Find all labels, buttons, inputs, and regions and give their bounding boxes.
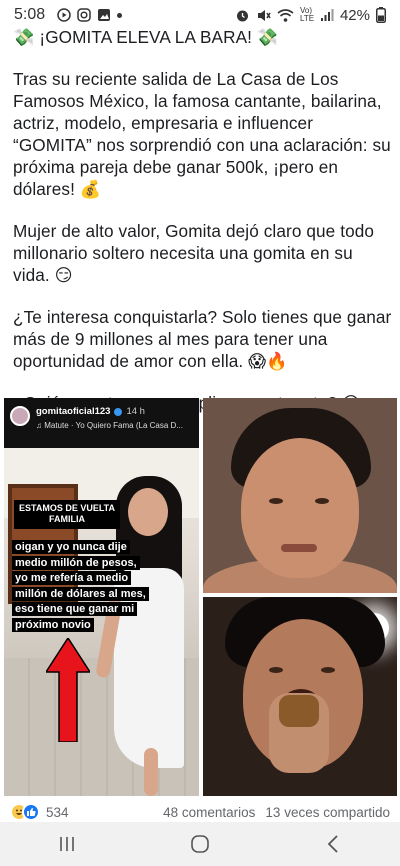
back-icon (328, 835, 338, 853)
back-button[interactable] (313, 824, 353, 864)
red-arrow-icon (44, 636, 92, 747)
network-label: Vo) LTE (299, 6, 315, 23)
instagram-icon (77, 8, 91, 22)
story-username: gomitaoficial123 (36, 406, 111, 417)
home-button[interactable] (180, 824, 220, 864)
story-caption: oigan y yo nunca dije medio millón de pe… (12, 540, 149, 634)
verified-badge-icon (114, 407, 123, 416)
photo-bottom-right[interactable] (203, 597, 397, 796)
shares-count-link[interactable]: 13 veces compartido (265, 805, 390, 820)
home-icon (191, 835, 209, 853)
post-paragraph-1: Tras su reciente salida de La Casa de Lo… (13, 69, 396, 200)
recent-apps-button[interactable] (47, 824, 87, 864)
mute-icon (256, 8, 271, 23)
youtube-icon (57, 8, 71, 22)
status-time: 5:08 (14, 6, 46, 23)
avatar (10, 406, 30, 426)
alarm-icon (235, 8, 250, 23)
gallery-icon (97, 8, 111, 22)
post-headline: 💸 ¡GOMITA ELEVA LA BARA! 💸 (13, 27, 279, 47)
story-badge: ESTAMOS DE VUELTA FAMILIA (14, 500, 121, 529)
navigation-bar (0, 822, 400, 866)
signal-icon (320, 8, 334, 22)
wifi-icon (277, 8, 294, 23)
cookie-shape (279, 695, 319, 727)
story-header: gomitaoficial123 14 h ♫ Matute · Yo Quie… (4, 398, 199, 448)
post-paragraph-3: ¿Te interesa conquistarla? Solo tienes q… (13, 307, 397, 372)
recent-apps-icon (59, 837, 74, 851)
reaction-icons[interactable]: 534 (10, 803, 69, 821)
reactions-bar: 534 48 comentarios 13 veces compartido (0, 800, 400, 824)
story-music: ♫ Matute · Yo Quiero Fama (La Casa D... (36, 421, 183, 430)
battery-icon (376, 7, 386, 23)
post-image-grid: gomitaoficial123 14 h ♫ Matute · Yo Quie… (0, 398, 400, 796)
comments-count-link[interactable]: 48 comentarios (163, 805, 255, 820)
post-paragraph-2: Mujer de alto valor, Gomita dejó claro q… (13, 221, 379, 286)
post-text: 💸 ¡GOMITA ELEVA LA BARA! 💸 Tras su recie… (13, 26, 393, 434)
notification-dot-icon (117, 12, 123, 18)
battery-percent: 42% (339, 6, 370, 24)
photo-top-right[interactable] (203, 398, 397, 593)
story-screenshot-image[interactable]: gomitaoficial123 14 h ♫ Matute · Yo Quie… (4, 398, 199, 796)
story-time: 14 h (126, 406, 145, 417)
like-reaction-icon (22, 803, 40, 821)
reaction-count: 534 (46, 804, 69, 820)
